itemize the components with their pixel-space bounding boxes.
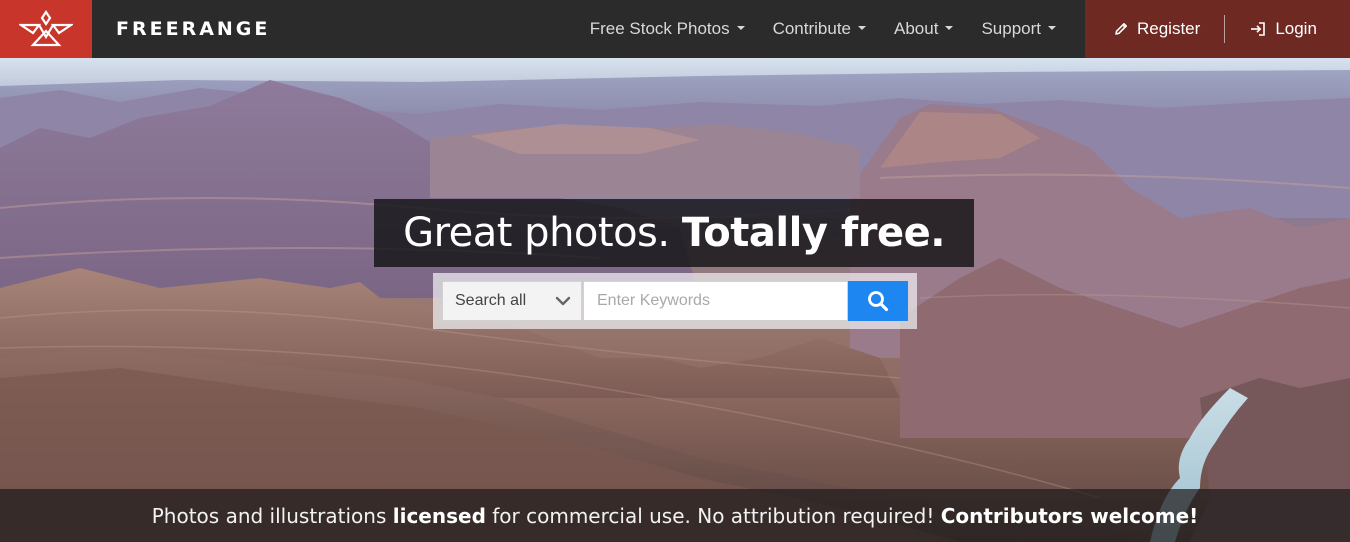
caret-down-icon	[1048, 26, 1056, 30]
caret-down-icon	[736, 26, 745, 30]
nav-label: About	[894, 19, 939, 38]
search-icon	[868, 291, 889, 312]
login-label: Login	[1275, 19, 1317, 38]
nav-item-support[interactable]: Support	[967, 0, 1070, 58]
search-button[interactable]	[848, 281, 908, 321]
search-bar: Search all	[433, 273, 917, 329]
account-area: Register Login	[1085, 0, 1350, 58]
tagline-bold-2: Contributors welcome!	[940, 503, 1199, 528]
headline-regular: Great photos.	[403, 210, 670, 256]
login-link[interactable]: Login	[1249, 0, 1317, 58]
nav-item-free-stock-photos[interactable]: Free Stock Photos	[576, 0, 759, 58]
tagline-part-2: for commercial use. No attribution requi…	[485, 503, 941, 528]
register-label: Register	[1137, 19, 1201, 38]
tagline-bold-1: licensed	[392, 503, 486, 528]
logo[interactable]	[0, 0, 92, 58]
pencil-icon	[1115, 23, 1127, 35]
nav-item-about[interactable]: About	[880, 0, 967, 58]
nav-label: Support	[981, 19, 1041, 38]
freerange-bird-logo-icon	[19, 10, 73, 47]
top-navbar: FREERANGE Free Stock Photos Contribute A…	[0, 0, 1350, 58]
search-keywords-input[interactable]	[583, 281, 848, 321]
headline-panel: Great photos. Totally free.	[374, 199, 974, 267]
nav-label: Contribute	[772, 19, 852, 38]
chevron-down-icon	[555, 296, 571, 306]
caret-down-icon	[945, 26, 954, 30]
caret-down-icon	[858, 26, 867, 30]
login-arrow-icon	[1251, 22, 1266, 36]
page-headline: Great photos. Totally free.	[403, 210, 945, 256]
tagline-banner: Photos and illustrations licensed for co…	[0, 489, 1350, 542]
tagline-text: Photos and illustrations licensed for co…	[152, 504, 1199, 528]
brand-name[interactable]: FREERANGE	[116, 0, 270, 58]
search-category-value: Search all	[455, 292, 527, 309]
account-divider	[1224, 15, 1226, 43]
tagline-part-1: Photos and illustrations	[151, 503, 393, 528]
nav-label: Free Stock Photos	[589, 19, 730, 38]
nav-item-contribute[interactable]: Contribute	[759, 0, 880, 58]
main-nav: Free Stock Photos Contribute About Suppo…	[576, 0, 1070, 58]
headline-bold: Totally free.	[681, 210, 946, 256]
search-category-select[interactable]: Search all	[442, 281, 582, 321]
register-link[interactable]: Register	[1113, 0, 1200, 58]
